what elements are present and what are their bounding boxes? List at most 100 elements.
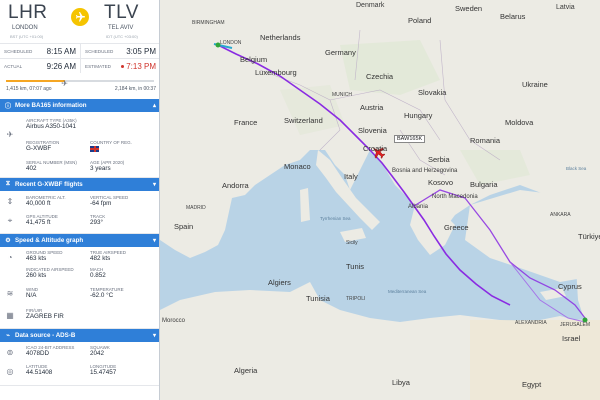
destination-code[interactable]: TLV (104, 2, 139, 24)
label-ankara: Ankara (550, 212, 571, 218)
aircraft-icon: ✈ (6, 130, 14, 139)
label-andorra: Andorra (222, 181, 249, 190)
label-algeria: Algeria (234, 366, 258, 375)
label-poland: Poland (408, 16, 432, 25)
label-bulgaria: Bulgaria (470, 180, 498, 189)
label-czechia: Czechia (366, 72, 394, 81)
aircraft-info: ✈ AIRCRAFT TYPE (A35K) Airbus A350-1041 … (0, 112, 159, 178)
airline-plane-icon (71, 8, 89, 26)
label-austria: Austria (360, 103, 384, 112)
true-airspeed-value: 482 kts (90, 255, 111, 262)
icao-value: 4078DD (26, 350, 50, 357)
label-greece: Greece (444, 223, 469, 232)
adsb-info: ⊚ ICAO 24-BIT ADDRESS 4078DD SQUAWK 2042… (0, 342, 159, 386)
label-tunis: Tunis (346, 262, 365, 271)
label-turkey: Türkiye (578, 232, 600, 241)
antenna-icon: ⌁ (6, 333, 10, 339)
label-mediterranean: Mediterranean Sea (388, 289, 427, 294)
label-spain: Spain (174, 222, 194, 231)
label-albania: Albania (408, 204, 429, 210)
chevron-down-icon[interactable]: ▾ (153, 237, 156, 244)
baro-alt-value: 40,000 ft (26, 200, 51, 207)
more-info-section[interactable]: ⓘ More BA165 information ▴ (0, 99, 159, 112)
label-hungary: Hungary (404, 111, 433, 120)
chevron-down-icon[interactable]: ▾ (153, 332, 156, 339)
recent-flights-section[interactable]: ⧖ Recent G-XWBF flights ▾ (0, 178, 159, 191)
temperature-value: -62.0 °C (90, 292, 114, 299)
altitude-icon: ⇕ (6, 197, 14, 206)
label-tyrrhenian: Tyrrhenian Sea (320, 216, 351, 221)
label-jerusalem: Jerusalem (560, 322, 591, 328)
chevron-up-icon[interactable]: ▴ (153, 102, 156, 109)
aircraft-type-value: Airbus A350-1041 (26, 123, 77, 130)
label-italy: Italy (344, 172, 358, 181)
times-table: SCHEDULED 8:15 AM SCHEDULED 3:05 PM ACTUAL… (0, 43, 159, 73)
label-madrid: Madrid (186, 205, 206, 211)
late-dot-icon (121, 64, 125, 68)
label-germany: Germany (325, 48, 356, 57)
fir-icon: ▦ (6, 311, 14, 320)
label-israel: Israel (562, 334, 581, 343)
label-romania: Romania (470, 136, 501, 145)
label-slovakia: Slovakia (418, 88, 447, 97)
wind-value: N/A (26, 292, 37, 299)
label-netherlands: Netherlands (260, 33, 301, 42)
ground-speed-value: 463 kts (26, 255, 47, 262)
serial-value: 402 (26, 165, 37, 172)
estimated-label: ESTIMATED (85, 63, 111, 69)
origin-timezone: BST (UTC +01:00) (10, 34, 44, 39)
altitude-info: ⇕ BAROMETRIC ALT. 40,000 ft VERTICAL SPE… (0, 191, 159, 234)
label-luxembourg: Luxembourg (255, 68, 297, 77)
callsign-tag[interactable]: BAW165K (394, 135, 426, 143)
vertical-speed-value: -64 fpm (90, 200, 112, 207)
location-icon: ◎ (6, 367, 14, 376)
label-sweden: Sweden (455, 4, 483, 13)
mach-value: 0.852 (90, 272, 106, 279)
estimated-arrival: 7:13 PM (126, 61, 156, 71)
country-label: COUNTRY OF REG. (90, 140, 132, 145)
label-sicily: Sicily (346, 240, 358, 246)
wind-icon: ≋ (6, 289, 14, 298)
label-ukraine: Ukraine (522, 80, 548, 89)
age-value: 3 years (90, 165, 111, 172)
label-libya: Libya (392, 378, 410, 387)
label-kosovo: Kosovo (428, 178, 454, 187)
label-alexandria: Alexandria (515, 320, 547, 326)
speed-altitude-graph-section[interactable]: ⚙ Speed & Altitude graph ▾ (0, 234, 159, 247)
chevron-down-icon[interactable]: ▾ (153, 181, 156, 188)
latitude-value: 44.51408 (26, 369, 53, 376)
label-latvia: Latvia (556, 4, 575, 11)
label-bosnia: Bosnia and Herzegovina (392, 168, 458, 174)
speed-info: ◔ GROUND SPEED 463 kts TRUE AIRSPEED 482… (0, 247, 159, 329)
origin-code[interactable]: LHR (8, 2, 48, 24)
label-london: London (220, 40, 242, 46)
distance-remaining: 2,184 km, in 00:37 (114, 86, 156, 92)
label-croatia: Croatia (363, 144, 388, 153)
track-value: 293° (90, 219, 104, 226)
longitude-value: 15.47457 (90, 369, 117, 376)
label-belarus: Belarus (500, 12, 526, 21)
flight-map[interactable]: BAW165K Denmark Sweden Latvia Belarus Bi… (160, 0, 600, 400)
registration-value[interactable]: G-XWBF (26, 145, 59, 153)
label-denmark: Denmark (356, 2, 385, 9)
progress-fill (6, 80, 66, 82)
indicated-airspeed-value: 260 kts (26, 272, 47, 279)
label-egypt: Egypt (522, 380, 542, 389)
label-birmingham: Birmingham (192, 20, 225, 26)
label-switzerland: Switzerland (284, 116, 323, 125)
origin-city: London (12, 25, 38, 31)
label-north-macedonia: North Macedonia (432, 194, 478, 200)
speedometer-icon: ◔ (7, 253, 13, 262)
actual-departure: 9:26 AM (46, 61, 76, 71)
transponder-icon: ⊚ (6, 348, 14, 357)
actual-label: ACTUAL (4, 63, 23, 69)
destination-city: Tel Aviv (108, 25, 134, 31)
data-source-label: Data source - ADS-B (15, 332, 76, 339)
data-source-section[interactable]: ⌁ Data source - ADS-B ▾ (0, 329, 159, 342)
progress-plane-icon: ✈ (61, 79, 68, 88)
speed-altitude-label: Speed & Altitude graph (15, 237, 84, 244)
map-canvas[interactable] (160, 0, 600, 400)
scheduled-arr-label: SCHEDULED (85, 48, 114, 54)
label-tripoli: Tripoli (346, 296, 366, 302)
label-moldova: Moldova (505, 118, 534, 127)
